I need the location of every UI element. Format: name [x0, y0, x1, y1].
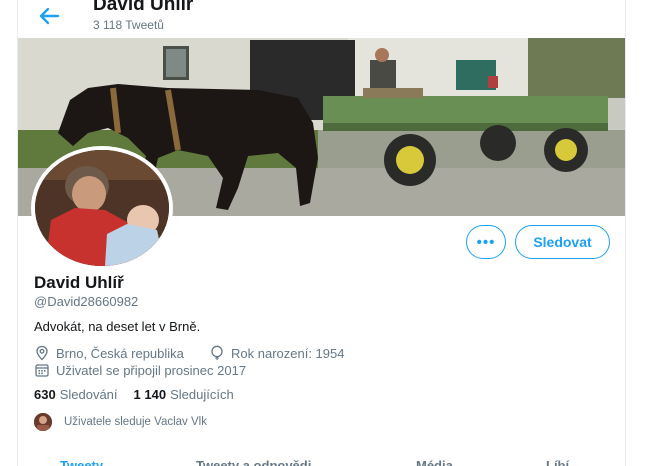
profile-location: Brno, Česká republika [34, 345, 184, 361]
tweet-count: 3 118 Tweetů [93, 18, 164, 32]
followed-by[interactable]: Uživatele sleduje Vaclav Vlk [34, 413, 207, 431]
follower-avatar [34, 413, 52, 431]
top-bar: David Uhlíř 3 118 Tweetů [18, 0, 625, 38]
tab-tweets[interactable]: Tweety [60, 458, 103, 466]
follow-button-label: Sledovat [533, 234, 592, 250]
arrow-left-icon [39, 7, 60, 25]
birth-text: Rok narození: 1954 [231, 345, 345, 361]
calendar-icon [35, 364, 49, 377]
balloon-icon [211, 345, 223, 360]
profile-birth: Rok narození: 1954 [209, 345, 344, 361]
profile-joined: Uživatel se připojil prosinec 2017 [34, 362, 246, 378]
followers-label: Sledujících [170, 387, 234, 402]
more-options-label: ••• [476, 233, 496, 251]
location-pin-icon [36, 345, 48, 361]
tab-media[interactable]: Média [416, 458, 453, 466]
profile-bio: Advokát, na deset let v Brně. [34, 319, 201, 334]
more-options-button[interactable]: ••• [466, 225, 506, 259]
profile-handle: @David28660982 [34, 294, 139, 309]
profile-name: David Uhlíř [34, 273, 124, 292]
location-text: Brno, Česká republika [56, 345, 184, 361]
joined-text: Uživatel se připojil prosinec 2017 [56, 362, 247, 378]
profile-tabs: Tweety Tweety a odpovědi Média Líbí [18, 452, 625, 466]
profile-avatar[interactable] [31, 146, 173, 270]
header-title: David Uhlíř [93, 0, 194, 15]
profile-column: David Uhlíř 3 118 Tweetů ••• Sledovat Da… [17, 0, 626, 466]
profile-stats: 630 Sledování 1 140 Sledujících [34, 387, 234, 402]
followers-link[interactable]: 1 140 Sledujících [134, 387, 234, 402]
following-count: 630 [34, 387, 56, 402]
following-label: Sledování [59, 387, 118, 402]
followers-count: 1 140 [133, 387, 167, 402]
back-button[interactable] [36, 4, 62, 28]
tab-likes[interactable]: Líbí [546, 458, 569, 466]
tab-tweets-and-replies[interactable]: Tweety a odpovědi [196, 458, 311, 466]
following-link[interactable]: 630 Sledování [34, 387, 118, 402]
follow-button[interactable]: Sledovat [515, 225, 610, 259]
followed-by-text: Uživatele sleduje Vaclav Vlk [64, 416, 207, 428]
